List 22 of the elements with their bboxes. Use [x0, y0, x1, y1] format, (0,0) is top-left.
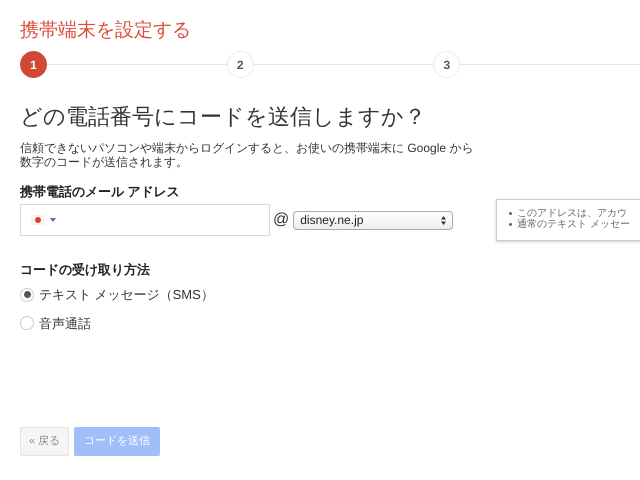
page-title: 携帯端末を設定する [20, 19, 191, 43]
step-indicator: 3 [433, 51, 460, 78]
bullet-icon [509, 212, 512, 215]
field-label: コードの受け取り方法 [20, 261, 150, 279]
phone-field[interactable] [20, 204, 270, 236]
step-indicator: 2 [226, 51, 254, 78]
at-sign: @ [273, 210, 290, 230]
description: 信頼できないパソコンや端末からログインすると、お使いの携帯端末に Google から数字のコードが送信されます。 [20, 141, 474, 169]
radio-button[interactable] [20, 316, 34, 330]
caret-icon [50, 218, 56, 222]
radio-button[interactable] [20, 288, 34, 302]
step-indicator: 1 [20, 51, 47, 78]
radio-label[interactable]: テキスト メッセージ（SMS） [39, 285, 214, 304]
field-label: 携帯電話のメール アドレス [20, 183, 180, 201]
domain-select[interactable]: disney.ne.jp [293, 210, 454, 230]
tooltip-item: 通常のテキスト メッセー [517, 219, 630, 230]
updown-icon [441, 216, 446, 224]
tooltip-item: このアドレスは、アカウ [517, 208, 627, 219]
bullet-icon [509, 223, 512, 226]
radio-label[interactable]: 音声通話 [39, 314, 91, 333]
flag-icon [31, 215, 45, 225]
heading: どの電話番号にコードを送信しますか？ [20, 103, 426, 131]
